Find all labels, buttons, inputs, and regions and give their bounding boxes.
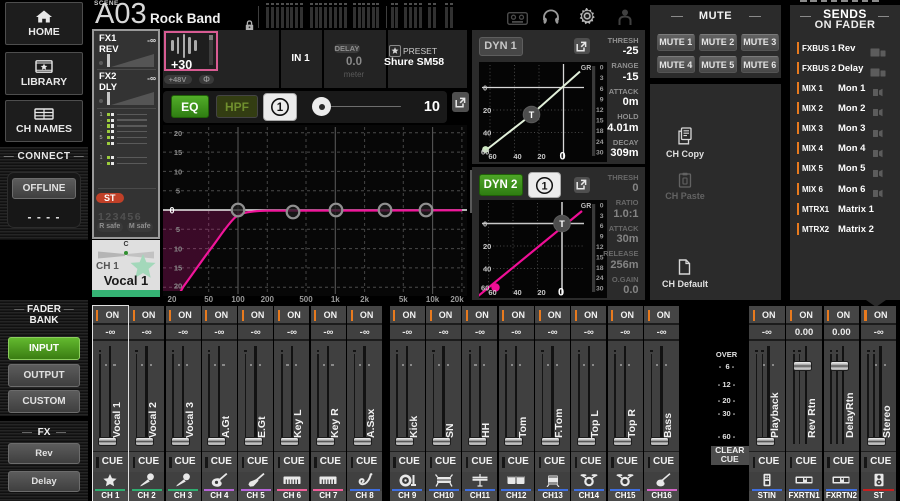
svg-text:60: 60 xyxy=(488,288,496,297)
svg-text:15: 15 xyxy=(174,148,182,157)
svg-text:200: 200 xyxy=(261,295,275,304)
svg-text:1: 1 xyxy=(276,102,283,114)
svg-text:20: 20 xyxy=(483,106,491,115)
svg-text:20: 20 xyxy=(168,295,177,304)
svg-text:1k: 1k xyxy=(331,295,340,304)
svg-text:2k: 2k xyxy=(360,295,369,304)
svg-text:100: 100 xyxy=(231,295,245,304)
svg-text:40: 40 xyxy=(513,288,521,297)
svg-text:0: 0 xyxy=(169,206,174,216)
svg-text:20: 20 xyxy=(174,282,182,291)
svg-text:40: 40 xyxy=(483,128,491,137)
svg-text:500: 500 xyxy=(299,295,313,304)
svg-text:10: 10 xyxy=(174,245,182,254)
svg-text:15: 15 xyxy=(174,264,182,273)
svg-text:40: 40 xyxy=(513,152,521,161)
svg-text:5k: 5k xyxy=(399,295,408,304)
svg-text:0: 0 xyxy=(483,220,487,229)
svg-text:10: 10 xyxy=(174,168,182,177)
svg-text:1: 1 xyxy=(541,180,547,192)
svg-text:20: 20 xyxy=(537,288,545,297)
svg-text:0: 0 xyxy=(559,150,565,162)
svg-text:60: 60 xyxy=(488,152,496,161)
svg-text:T: T xyxy=(559,219,565,229)
svg-text:50: 50 xyxy=(204,295,213,304)
svg-text:0: 0 xyxy=(557,287,563,299)
svg-text:20: 20 xyxy=(483,242,491,251)
svg-text:20: 20 xyxy=(537,152,545,161)
svg-text:10k: 10k xyxy=(426,295,440,304)
svg-text:40: 40 xyxy=(483,265,491,274)
svg-text:20: 20 xyxy=(174,129,182,138)
svg-text:5: 5 xyxy=(176,187,180,196)
svg-text:20k: 20k xyxy=(450,295,464,304)
svg-text:5: 5 xyxy=(176,225,180,234)
svg-text:0: 0 xyxy=(483,83,487,92)
svg-text:T: T xyxy=(528,110,534,120)
